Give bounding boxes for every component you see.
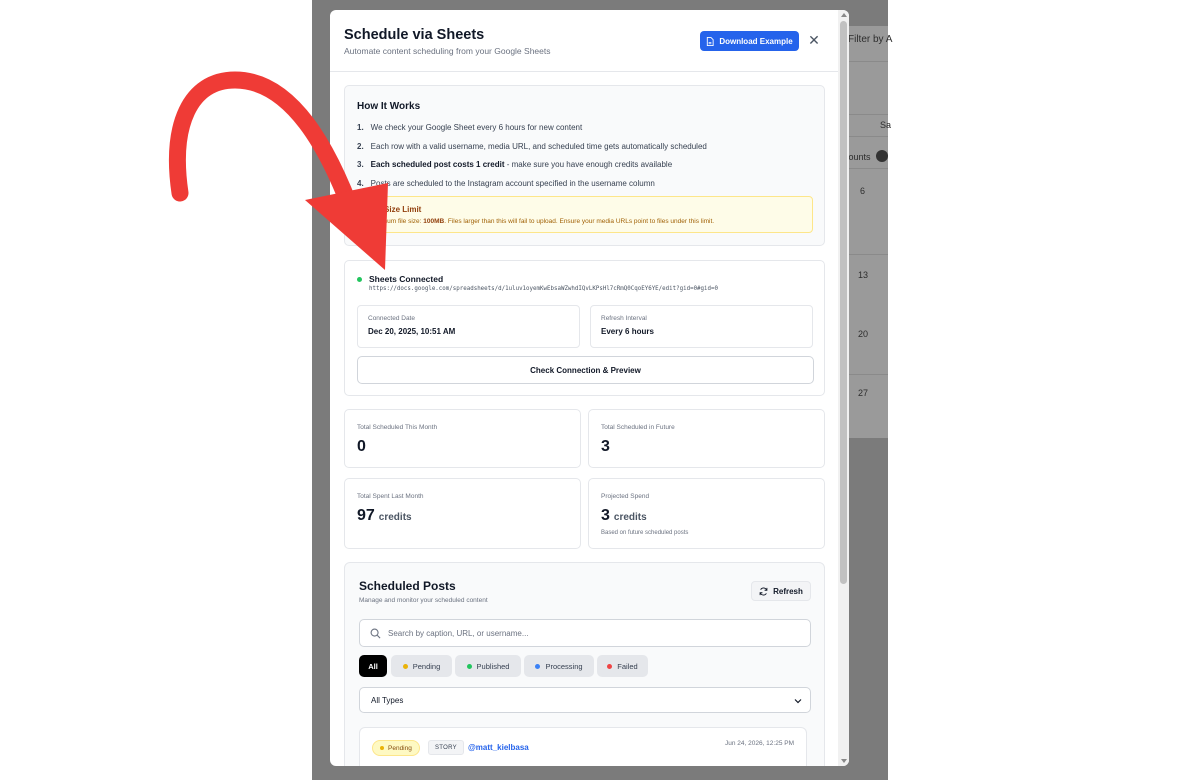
status-dot-icon [357,277,362,282]
search-icon [370,628,381,639]
background-day: 6 [860,186,866,196]
refresh-label: Refresh [773,586,803,596]
published-dot-icon [466,663,472,669]
type-select[interactable]: All Types [359,687,811,713]
refresh-button[interactable]: Refresh [751,581,811,601]
scroll-up-icon[interactable] [841,13,847,17]
chevron-down-icon [794,699,802,704]
status-badge: Pending [372,740,420,756]
scheduled-posts-title: Scheduled Posts [359,579,456,593]
modal-title: Schedule via Sheets [344,27,485,43]
type-select-value: All Types [371,696,404,705]
filter-published[interactable]: Published [455,655,521,677]
connected-date-label: Connected Date [368,315,415,322]
download-example-label: Download Example [719,36,793,46]
filter-pending[interactable]: Pending [391,655,452,677]
stat-spent-last-month: Total Spent Last Month 97 credits [344,478,581,549]
connected-date-value: Dec 20, 2025, 10:51 AM [368,327,456,336]
post-username[interactable]: @matt_kielbasa [468,743,529,752]
stat-value: 3 [601,438,610,455]
background-day: 13 [858,270,869,280]
search-placeholder: Search by caption, URL, or username... [388,629,529,638]
refresh-icon [759,587,768,595]
stat-label: Total Scheduled in Future [601,424,675,431]
how-it-works-panel: How It Works 1. We check your Google Shee… [344,85,825,246]
stat-label: Total Scheduled This Month [357,424,438,431]
background-day: 20 [858,329,869,339]
post-date: Jun 24, 2026, 12:25 PM [724,740,794,747]
filter-processing[interactable]: Processing [524,655,594,677]
warning-text: Maximum file size: 100MB. Files larger t… [368,218,715,225]
how-step: 2. Each row with a valid username, media … [357,142,707,151]
warning-title: File Size Limit [368,205,422,214]
modal-subtitle: Automate content scheduling from your Go… [344,46,551,56]
scroll-down-icon[interactable] [841,759,847,763]
pending-dot-icon [380,746,384,750]
modal-header: Schedule via Sheets Automate content sch… [330,10,838,72]
stat-scheduled-future: Total Scheduled in Future 3 [588,409,825,468]
sheet-url: https://docs.google.com/spreadsheets/d/1… [369,286,719,292]
search-input[interactable]: Search by caption, URL, or username... [359,619,811,647]
avatar [876,150,888,162]
refresh-interval-value: Every 6 hours [601,327,654,336]
stat-value: 3 credits [601,507,647,524]
processing-dot-icon [535,663,541,669]
background-filter-label: Filter by A [848,34,893,45]
how-it-works-title: How It Works [357,101,421,112]
stat-label: Total Spent Last Month [357,493,424,500]
background-day: 27 [858,388,869,398]
stat-projected-spend: Projected Spend 3 credits Based on future… [588,478,825,549]
refresh-interval-label: Refresh Interval [601,315,647,322]
stat-scheduled-this-month: Total Scheduled This Month 0 [344,409,581,468]
file-size-warning: File Size Limit Maximum file size: 100MB… [357,196,813,233]
download-example-button[interactable]: Download Example [700,31,799,51]
failed-dot-icon [607,663,613,669]
how-step: 3. Each scheduled post costs 1 credit - m… [357,160,673,169]
connection-status: Sheets Connected [369,274,444,284]
refresh-interval-box: Refresh Interval Every 6 hours [590,305,813,348]
stat-note: Based on future scheduled posts [601,530,689,536]
post-card[interactable]: Pending STORY @matt_kielbasa Jun 24, 202… [359,727,807,766]
stat-value: 0 [357,438,366,455]
how-step: 1. We check your Google Sheet every 6 hou… [357,123,583,132]
scrollbar[interactable] [838,10,849,766]
scheduled-posts-subtitle: Manage and monitor your scheduled conten… [359,597,488,604]
scrollbar-thumb[interactable] [840,21,847,584]
scheduled-posts-panel: Scheduled Posts Manage and monitor your … [344,562,825,766]
schedule-sheets-modal: Schedule via Sheets Automate content sch… [330,10,849,766]
file-icon [707,36,714,46]
sheets-connection-panel: Sheets Connected https://docs.google.com… [344,260,825,396]
pending-dot-icon [402,663,408,669]
background-column-label: Sa [880,120,892,130]
stat-value: 97 credits [357,507,412,524]
filter-failed[interactable]: Failed [597,655,648,677]
close-icon[interactable]: ✕ [807,33,821,47]
connected-date-box: Connected Date Dec 20, 2025, 10:51 AM [357,305,580,348]
how-step: 4. Posts are scheduled to the Instagram a… [357,179,655,188]
post-type-badge: STORY [428,740,464,755]
filter-all[interactable]: All [359,655,387,677]
check-connection-button[interactable]: Check Connection & Preview [357,356,814,384]
stat-label: Projected Spend [601,493,650,500]
